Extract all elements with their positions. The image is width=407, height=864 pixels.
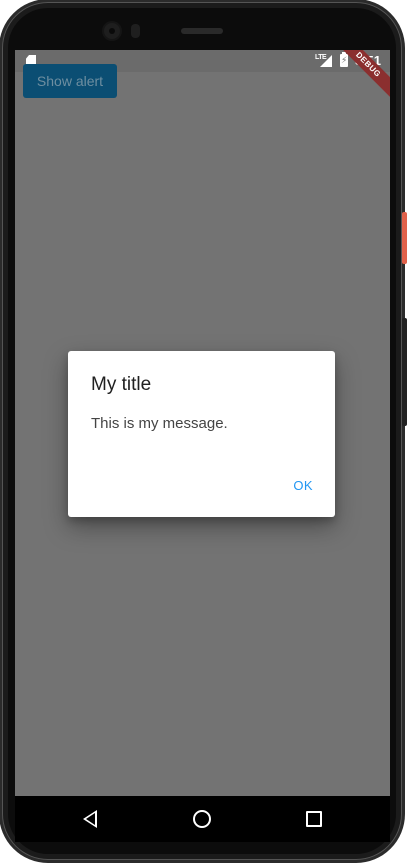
- battery-icon: ⚡: [340, 52, 348, 67]
- back-icon[interactable]: [83, 810, 97, 828]
- charging-icon: ⚡: [341, 55, 348, 65]
- volume-button: [402, 212, 407, 264]
- power-button: [402, 318, 407, 426]
- front-camera: [104, 23, 120, 39]
- dialog-title: My title: [91, 374, 152, 395]
- home-icon[interactable]: [193, 810, 211, 828]
- navigation-bar: [15, 796, 390, 842]
- recents-icon[interactable]: [306, 811, 322, 827]
- app-screen: LTE ⚡ 8:51 Show alert DEBUG My title Thi…: [15, 50, 390, 796]
- network-type: LTE: [315, 54, 327, 61]
- proximity-sensor: [131, 24, 140, 38]
- show-alert-button[interactable]: Show alert: [23, 64, 117, 98]
- alert-dialog: My title This is my message. OK: [68, 351, 335, 517]
- ok-button[interactable]: OK: [293, 478, 313, 493]
- dialog-message: This is my message.: [91, 415, 228, 432]
- earpiece-speaker: [181, 28, 223, 34]
